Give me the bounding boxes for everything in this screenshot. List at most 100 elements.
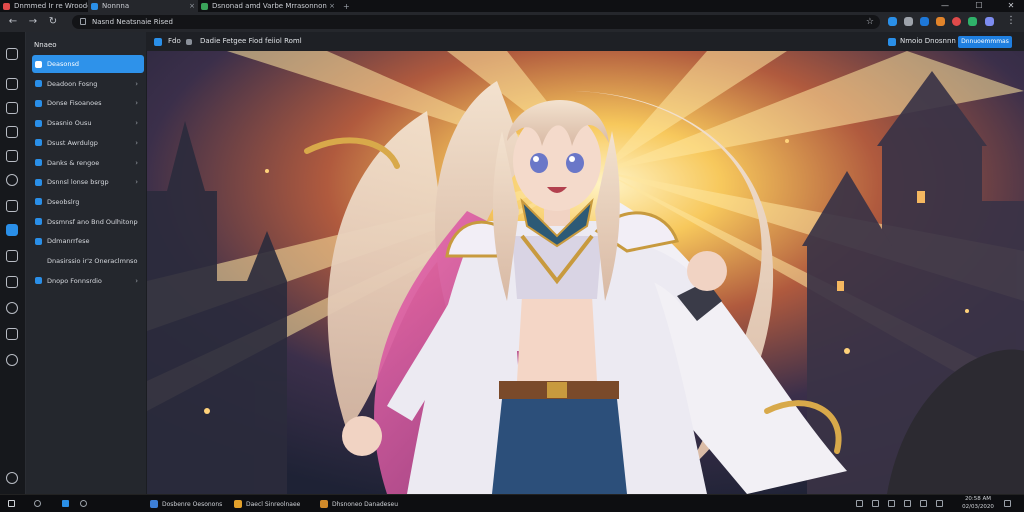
document-icon[interactable] bbox=[6, 250, 18, 262]
sidebar-item-icon bbox=[35, 99, 42, 107]
close-window-button[interactable]: ✕ bbox=[1000, 0, 1022, 12]
app-icon bbox=[150, 500, 158, 508]
tray-icon[interactable] bbox=[872, 500, 879, 507]
tab-strip: Dnmmed Ir re Wrooded Nonnna × Dsnonad am… bbox=[0, 0, 1024, 12]
sidebar-item[interactable]: Dssmnsf ano Bnd Oulhitonp › bbox=[32, 213, 144, 231]
lock-icon bbox=[80, 18, 86, 25]
menu-icon[interactable]: ⋮ bbox=[1004, 15, 1018, 27]
sidebar-item-label: Dsasnio Ousu bbox=[47, 119, 92, 128]
wifi-icon[interactable] bbox=[904, 500, 911, 507]
chevron-right-icon: › bbox=[135, 119, 138, 128]
back-button[interactable]: ← bbox=[6, 16, 20, 28]
sidebar-item[interactable]: Dsust Awrdulgp › bbox=[32, 134, 144, 152]
chevron-right-icon: › bbox=[135, 276, 138, 285]
box-icon[interactable] bbox=[6, 328, 18, 340]
new-tab-button[interactable]: + bbox=[340, 0, 352, 12]
tab-label: Dsnonad amd Varbe Mrrasonnon bbox=[212, 2, 327, 10]
tab-favicon-icon bbox=[91, 2, 98, 10]
taskbar: Dosbenre Oesonons Daecl Sinreolnaee Dhsn… bbox=[0, 494, 1024, 512]
sidebar-item-icon bbox=[35, 277, 42, 285]
chevron-right-icon: › bbox=[135, 138, 138, 147]
briefcase-icon[interactable] bbox=[6, 200, 18, 212]
sidebar-item[interactable]: Dnasirssio ir'z Oneraclmnso bbox=[32, 252, 144, 270]
primary-action-button[interactable]: Dnnuoemmmas bbox=[958, 36, 1012, 48]
sidebar-item-label: Dsust Awrdulgp bbox=[47, 138, 98, 147]
search-icon[interactable] bbox=[34, 500, 41, 507]
chat-icon[interactable] bbox=[6, 174, 18, 186]
sidebar-item-label: Dnopo Fonnsrdio bbox=[47, 276, 102, 285]
extension-icon[interactable] bbox=[952, 17, 961, 26]
forward-button[interactable]: → bbox=[26, 16, 40, 28]
sidebar-item-label: Dsnnsl lonse bsrgp bbox=[47, 178, 109, 187]
hero-artwork bbox=[147, 51, 1024, 494]
notifications-icon[interactable] bbox=[1004, 500, 1011, 507]
bookmark-star-icon[interactable]: ☆ bbox=[866, 16, 874, 28]
extension-icon[interactable] bbox=[920, 17, 929, 26]
tab-2[interactable]: Nonnna × bbox=[88, 0, 198, 12]
battery-icon[interactable] bbox=[936, 500, 943, 507]
sidebar-item[interactable]: Dsnnsl lonse bsrgp › bbox=[32, 173, 144, 191]
sidebar-item-icon bbox=[35, 60, 42, 68]
cloud-icon[interactable] bbox=[6, 224, 18, 236]
sidebar-item-label: Donse Fisoanoes bbox=[47, 99, 102, 108]
sidebar-item[interactable]: Dseobslrg bbox=[32, 193, 144, 211]
extension-icon[interactable] bbox=[904, 17, 913, 26]
sidebar-item[interactable]: Danks & rengoe › bbox=[32, 154, 144, 172]
clock[interactable]: 20:58 AM 02/03/2020 bbox=[958, 495, 998, 511]
app-logo-icon bbox=[154, 38, 162, 46]
extension-icon[interactable] bbox=[888, 17, 897, 26]
maximize-button[interactable]: ☐ bbox=[968, 0, 990, 12]
taskbar-app[interactable]: Dhsnoneo Danadeseu bbox=[320, 499, 398, 509]
sidebar-item-label: Dnasirssio ir'z Oneraclmnso bbox=[47, 257, 138, 265]
extension-icon[interactable] bbox=[936, 17, 945, 26]
close-tab-icon[interactable]: × bbox=[189, 2, 195, 10]
tab-1[interactable]: Dnmmed Ir re Wrooded bbox=[0, 0, 88, 12]
sidebar-item[interactable]: Dnopo Fonnsrdio › bbox=[32, 272, 144, 290]
tray-icon[interactable] bbox=[856, 500, 863, 507]
circle-icon[interactable] bbox=[6, 302, 18, 314]
app-header: Fdo Dadie Fetgee Fiod feiiol Roml Nmoio … bbox=[146, 32, 1024, 51]
sidebar-item-icon bbox=[35, 258, 42, 265]
reload-button[interactable]: ↻ bbox=[46, 16, 60, 28]
tray-icon[interactable] bbox=[888, 500, 895, 507]
header-label[interactable]: Fdo bbox=[168, 35, 181, 48]
sidebar-item[interactable]: Ddmanrrfese bbox=[32, 232, 144, 250]
browser-icon[interactable] bbox=[62, 500, 69, 507]
taskbar-app[interactable]: Daecl Sinreolnaee bbox=[234, 499, 300, 509]
sidebar-item[interactable]: Deasonsd bbox=[32, 55, 144, 73]
header-right-label[interactable]: Nmoio Dnosnnn bbox=[900, 35, 956, 48]
bookmarks-icon[interactable] bbox=[6, 102, 18, 114]
app-icon bbox=[320, 500, 328, 508]
profile-avatar[interactable] bbox=[985, 17, 994, 26]
panel-heading: Nnaeo bbox=[34, 41, 57, 49]
chat-icon[interactable] bbox=[80, 500, 87, 507]
apps-icon[interactable] bbox=[6, 48, 18, 60]
taskbar-app[interactable]: Dosbenre Oesonons bbox=[150, 499, 222, 509]
volume-icon[interactable] bbox=[920, 500, 927, 507]
search-icon[interactable] bbox=[6, 78, 18, 90]
start-icon[interactable] bbox=[8, 500, 15, 507]
address-bar[interactable]: Nasnd Neatsnaie Rised ☆ bbox=[72, 15, 880, 29]
page-title: Dadie Fetgee Fiod feiiol Roml bbox=[200, 37, 302, 45]
sidebar-item[interactable]: Donse Fisoanoes › bbox=[32, 94, 144, 112]
clock-time: 20:58 AM bbox=[964, 496, 992, 502]
settings-icon[interactable] bbox=[6, 472, 18, 484]
sidebar-item[interactable]: Deadoon Fosng › bbox=[32, 75, 144, 93]
chevron-right-icon: › bbox=[135, 217, 138, 226]
tab-favicon-icon bbox=[201, 2, 208, 10]
tab-3[interactable]: Dsnonad amd Varbe Mrrasonnon × bbox=[198, 0, 338, 12]
sidebar-item-label: Dseobslrg bbox=[47, 197, 80, 206]
sidebar-item-icon bbox=[35, 80, 42, 88]
extension-icon[interactable] bbox=[968, 17, 977, 26]
camera-icon[interactable] bbox=[6, 150, 18, 162]
chevron-right-icon: › bbox=[135, 158, 138, 167]
sidebar-item-label: Deadoon Fosng bbox=[47, 79, 98, 88]
close-tab-icon[interactable]: × bbox=[329, 2, 335, 10]
clock-date: 02/03/2020 bbox=[962, 504, 994, 510]
store-icon[interactable] bbox=[6, 126, 18, 138]
sidebar-item-icon bbox=[35, 237, 42, 245]
minimize-button[interactable]: — bbox=[934, 0, 956, 12]
image-icon[interactable] bbox=[6, 276, 18, 288]
history-icon[interactable] bbox=[6, 354, 18, 366]
sidebar-item[interactable]: Dsasnio Ousu › bbox=[32, 114, 144, 132]
